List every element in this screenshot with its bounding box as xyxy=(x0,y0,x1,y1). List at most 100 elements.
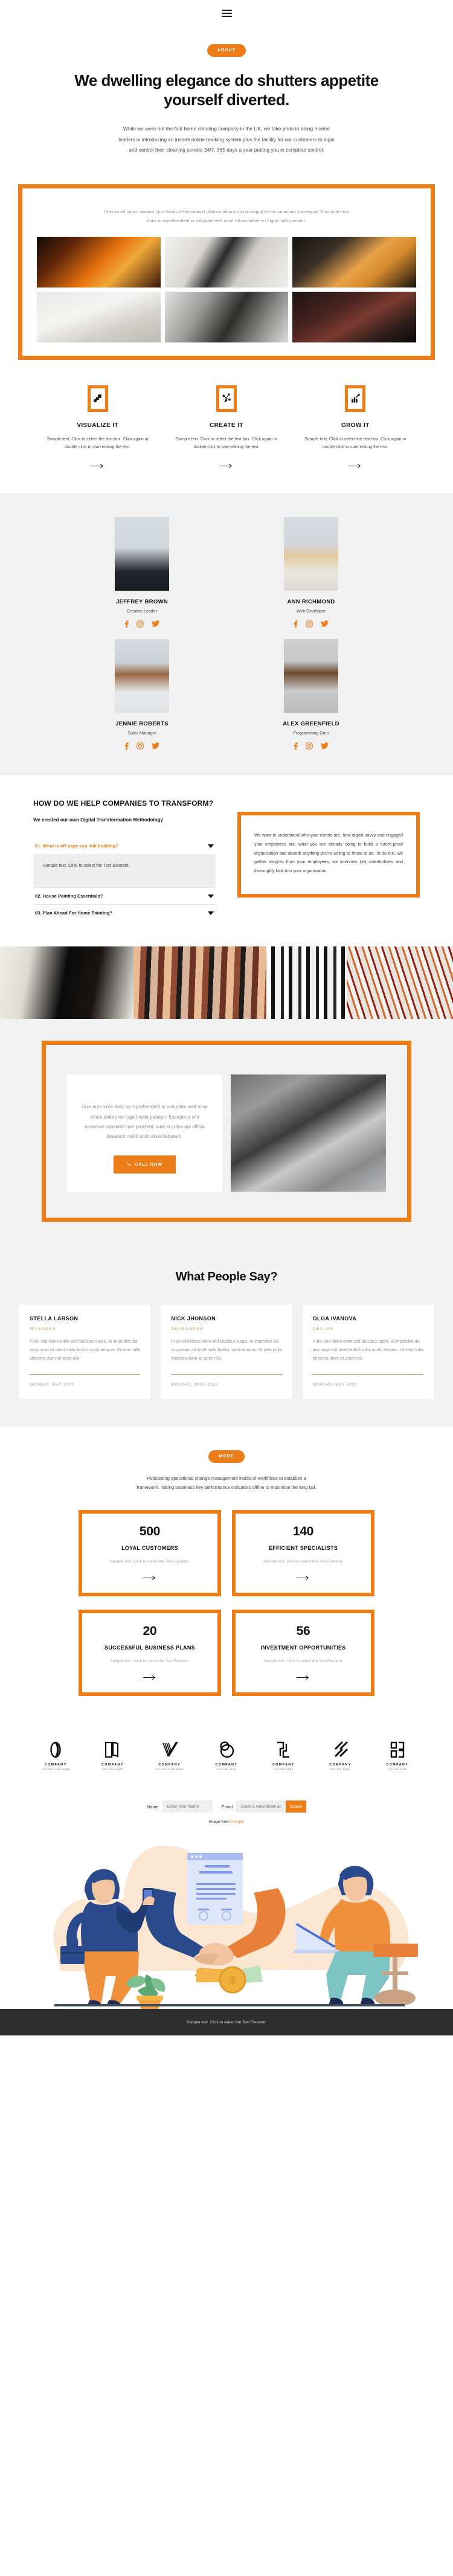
arrow-right-icon[interactable] xyxy=(143,1575,156,1581)
stat-card-successful-business-plans: 20 SUCCESSFUL BUSINESS PLANS Sample text… xyxy=(79,1610,221,1697)
hero-section: ABOUT We dwelling elegance do shutters a… xyxy=(0,21,453,171)
cta-image-architecture xyxy=(231,1074,386,1192)
faq-item: 02. House Painting Essentials? xyxy=(33,887,216,904)
arrow-right-icon[interactable] xyxy=(143,1675,156,1680)
social-links xyxy=(226,620,396,628)
layers-icon xyxy=(87,385,108,412)
subscribe-form: Name Email Submit xyxy=(0,1800,453,1813)
facebook-icon[interactable] xyxy=(294,742,298,750)
banner-image-silhouette-portrait xyxy=(0,946,133,1020)
freepik-link[interactable]: Freepik xyxy=(231,1820,245,1824)
instagram-icon[interactable] xyxy=(137,620,144,628)
faq-item: 03. Plan Ahead For Home Painting? xyxy=(33,904,216,921)
name-label: Name xyxy=(146,1804,159,1810)
gallery-image-man-in-orange-jacket[interactable] xyxy=(292,236,416,287)
instagram-icon[interactable] xyxy=(306,620,313,628)
facebook-icon[interactable] xyxy=(294,620,298,628)
twitter-icon[interactable] xyxy=(321,620,329,628)
partner-logo[interactable]: COMPANY TAGLINE HERE xyxy=(312,1741,368,1770)
facebook-icon[interactable] xyxy=(124,742,129,750)
team-section: JEFFREY BROWN Creative Leader ANN RICHMO… xyxy=(0,493,453,776)
partner-logo[interactable]: COMPANY TAGLINE GOES HERE xyxy=(27,1741,84,1770)
gallery-image-coffee-cup-on-desk[interactable] xyxy=(37,291,161,342)
hamburger-menu-icon[interactable] xyxy=(221,8,232,18)
name-input[interactable] xyxy=(162,1800,213,1813)
team-member-role: Creative Leader xyxy=(127,609,157,614)
faq-side-orange-frame: We want to understand who your clients a… xyxy=(237,812,420,898)
cta-text: Duis aute irure dolor in reprehenderit i… xyxy=(81,1104,208,1140)
testimonial-date: MONDAY, JUNE 2022 xyxy=(171,1382,219,1387)
partner-logo-name: COMPANY xyxy=(329,1763,352,1767)
testimonial-name: NICK JHONSON xyxy=(171,1315,216,1322)
partner-logo-tagline: TAGLINE HERE xyxy=(216,1768,237,1771)
faq-item-header[interactable]: 01. What is off page seo link building? xyxy=(33,838,216,854)
arrow-right-icon[interactable] xyxy=(219,463,233,469)
arrow-right-icon[interactable] xyxy=(297,1575,310,1581)
partner-logo[interactable]: COMPANY TAG LINE HERE xyxy=(84,1741,141,1770)
testimonials-section: What People Say? STELLA LARSON MANAGER P… xyxy=(0,1245,453,1427)
twitter-icon[interactable] xyxy=(152,742,159,750)
partner-logo-tagline: TAG LINE HERE xyxy=(102,1768,123,1771)
gallery-section: Ut enim ad minim veniam, quis nostrud ex… xyxy=(0,184,453,360)
testimonial-card: STELLA LARSON MANAGER Proin sed libero e… xyxy=(19,1304,151,1399)
faq-heading: HOW DO WE HELP COMPANIES TO TRANSFORM? xyxy=(33,799,214,808)
testimonial-role: DEVELOPER xyxy=(171,1326,205,1331)
feature-text: Sample text. Click to select the text bo… xyxy=(304,437,406,450)
chevron-down-icon[interactable] xyxy=(208,911,214,915)
feature-card-create: CREATE IT Sample text. Click to select t… xyxy=(162,385,291,469)
gallery-image-team-meeting[interactable] xyxy=(164,291,289,342)
gallery-image-laptop-desk-workspace[interactable] xyxy=(164,236,289,287)
diagonal-slashes-logo-icon xyxy=(334,1741,348,1758)
partner-logo-name: COMPANY xyxy=(386,1763,409,1767)
checkmark-stripes-logo-icon xyxy=(162,1741,178,1758)
feature-text: Sample text. Click to select the text bo… xyxy=(175,437,278,450)
instagram-icon[interactable] xyxy=(137,742,144,750)
oval-loop-logo-icon xyxy=(50,1741,61,1758)
arrow-right-icon[interactable] xyxy=(91,463,104,469)
faq-answer: Sample text. Click to select the Text El… xyxy=(33,854,216,888)
stat-label: LOYAL CUSTOMERS xyxy=(121,1545,178,1552)
stat-label: EFFICIENT SPECIALISTS xyxy=(268,1545,338,1552)
testimonial-role: MANAGER xyxy=(30,1326,57,1331)
about-badge[interactable]: ABOUT xyxy=(207,44,246,57)
testimonial-name: OLGA IVANOVA xyxy=(312,1315,357,1322)
cta-text-card: Duis aute irure dolor in reprehenderit i… xyxy=(67,1074,222,1192)
feature-text: Sample text. Click to select the text bo… xyxy=(47,437,149,450)
feature-title: CREATE IT xyxy=(210,422,243,429)
facebook-icon[interactable] xyxy=(124,620,129,628)
stat-number: 500 xyxy=(139,1524,161,1539)
social-links xyxy=(226,742,396,750)
gallery-image-man-with-headphones[interactable] xyxy=(292,291,416,342)
stat-number: 56 xyxy=(296,1624,310,1639)
partner-logo[interactable]: COMPANY TAGLINE HERE xyxy=(255,1741,312,1770)
testimonial-name: STELLA LARSON xyxy=(30,1315,79,1322)
instagram-icon[interactable] xyxy=(306,742,313,750)
gallery-grid xyxy=(37,236,416,342)
twitter-icon[interactable] xyxy=(152,620,159,628)
faq-item-header[interactable]: 02. House Painting Essentials? xyxy=(33,888,216,904)
testimonial-date: MONDAY, MAY 2022 xyxy=(312,1382,358,1387)
team-member-role: Web Developer xyxy=(296,609,326,614)
testimonial-quote: Proin sed libero enim sed faucibus turpi… xyxy=(312,1339,423,1361)
team-member-name: ALEX GREENFIELD xyxy=(283,721,339,727)
email-input[interactable] xyxy=(236,1800,286,1813)
avatar xyxy=(284,517,338,591)
submit-button[interactable]: Submit xyxy=(286,1800,307,1813)
landing-page: ABOUT We dwelling elegance do shutters a… xyxy=(0,0,453,2036)
stat-label: SUCCESSFUL BUSINESS PLANS xyxy=(104,1645,195,1651)
partner-logo[interactable]: COMPANY TAGLINE HERE xyxy=(198,1741,255,1770)
arrow-right-icon[interactable] xyxy=(297,1675,310,1680)
gallery-image-abstract-orange-fabric[interactable] xyxy=(37,236,161,287)
feature-title: VISUALIZE IT xyxy=(77,422,119,429)
arrow-right-icon[interactable] xyxy=(349,463,362,469)
call-now-button[interactable]: CALL NOW xyxy=(114,1155,176,1174)
partner-logo[interactable]: COMPANY TAGLINE GOES HERE xyxy=(141,1741,198,1770)
chevron-down-icon[interactable] xyxy=(208,894,214,898)
chevron-down-icon[interactable] xyxy=(208,844,214,848)
twitter-icon[interactable] xyxy=(321,742,329,750)
faq-item-header[interactable]: 03. Plan Ahead For Home Painting? xyxy=(33,905,216,921)
partner-logo[interactable]: COMPANY TAGLINE HERE xyxy=(369,1741,426,1770)
more-badge[interactable]: MORE xyxy=(208,1450,245,1463)
stat-card-efficient-specialists: 140 EFFICIENT SPECIALISTS Sample text. C… xyxy=(232,1510,374,1597)
feature-card-visualize: VISUALIZE IT Sample text. Click to selec… xyxy=(33,385,162,469)
